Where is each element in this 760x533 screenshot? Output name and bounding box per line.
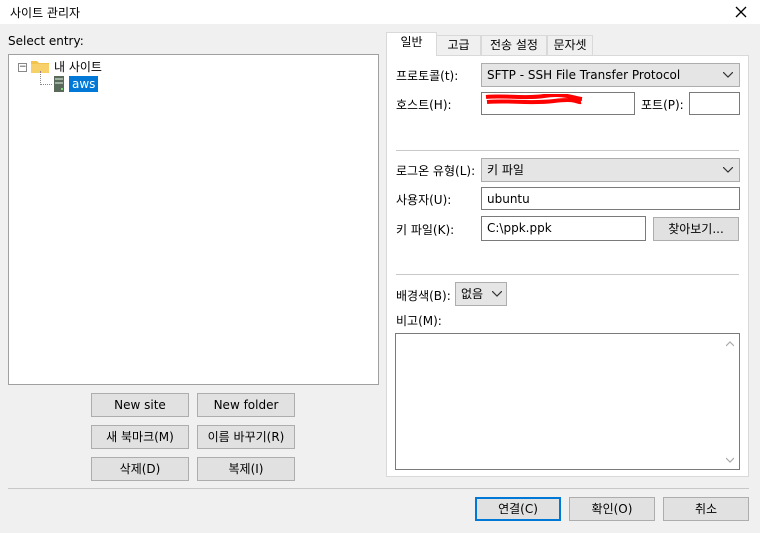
protocol-select[interactable]: SFTP - SSH File Transfer Protocol <box>481 63 740 87</box>
rename-button[interactable]: 이름 바꾸기(R) <box>197 425 295 449</box>
footer-separator <box>8 488 749 489</box>
keyfile-label: 키 파일(K): <box>396 223 455 237</box>
logon-type-value: 키 파일 <box>487 163 524 177</box>
logon-type-label: 로그온 유형(L): <box>396 164 476 178</box>
tab-advanced[interactable]: 고급 <box>436 35 481 55</box>
close-icon[interactable] <box>728 0 754 24</box>
chevron-down-icon <box>723 167 733 173</box>
keyfile-input[interactable]: C:\ppk.ppk <box>481 216 646 241</box>
tree-line <box>40 71 41 85</box>
tree-item-aws[interactable]: aws <box>69 76 99 92</box>
port-label: 포트(P): <box>641 98 684 112</box>
new-site-button[interactable]: New site <box>91 393 189 417</box>
host-label: 호스트(H): <box>396 98 452 112</box>
site-tree[interactable]: − 내 사이트 aws <box>8 54 379 385</box>
new-bookmark-button[interactable]: 새 북마크(M) <box>91 425 189 449</box>
connect-button[interactable]: 연결(C) <box>475 497 561 521</box>
tab-charset[interactable]: 문자셋 <box>547 35 593 55</box>
delete-button[interactable]: 삭제(D) <box>91 457 189 481</box>
user-input[interactable]: ubuntu <box>481 187 740 210</box>
comments-textarea[interactable] <box>395 333 740 470</box>
logon-type-select[interactable]: 키 파일 <box>481 158 740 182</box>
collapse-icon[interactable]: − <box>18 63 27 72</box>
tree-line <box>40 84 52 85</box>
bgcolor-value: 없음 <box>461 287 484 301</box>
tab-transfer-settings[interactable]: 전송 설정 <box>481 35 547 55</box>
tree-root-my-sites[interactable]: 내 사이트 <box>54 58 102 75</box>
new-folder-button[interactable]: New folder <box>197 393 295 417</box>
copy-button[interactable]: 복제(I) <box>197 457 295 481</box>
server-icon <box>54 76 64 92</box>
ok-button[interactable]: 확인(O) <box>569 497 655 521</box>
cancel-button[interactable]: 취소 <box>663 497 749 521</box>
scroll-down-icon[interactable] <box>726 457 734 463</box>
chevron-down-icon <box>723 72 733 78</box>
tab-general[interactable]: 일반 <box>386 32 437 56</box>
chevron-down-icon <box>492 291 502 297</box>
separator <box>396 274 739 275</box>
protocol-value: SFTP - SSH File Transfer Protocol <box>487 68 681 82</box>
separator <box>396 150 739 151</box>
select-entry-label: Select entry: <box>8 34 84 48</box>
redaction-mark <box>485 94 583 105</box>
window-title: 사이트 관리자 <box>10 6 81 20</box>
site-manager-window: 사이트 관리자 Select entry: − 내 사이트 aws New si… <box>0 0 760 533</box>
comments-label: 비고(M): <box>396 314 442 328</box>
bgcolor-select[interactable]: 없음 <box>455 282 507 306</box>
title-bar: 사이트 관리자 <box>0 0 760 24</box>
bgcolor-label: 배경색(B): <box>396 289 451 303</box>
protocol-label: 프로토콜(t): <box>396 69 459 83</box>
user-label: 사용자(U): <box>396 193 452 207</box>
scroll-up-icon[interactable] <box>726 341 734 347</box>
browse-button[interactable]: 찾아보기... <box>653 217 739 241</box>
port-input[interactable] <box>689 92 740 115</box>
